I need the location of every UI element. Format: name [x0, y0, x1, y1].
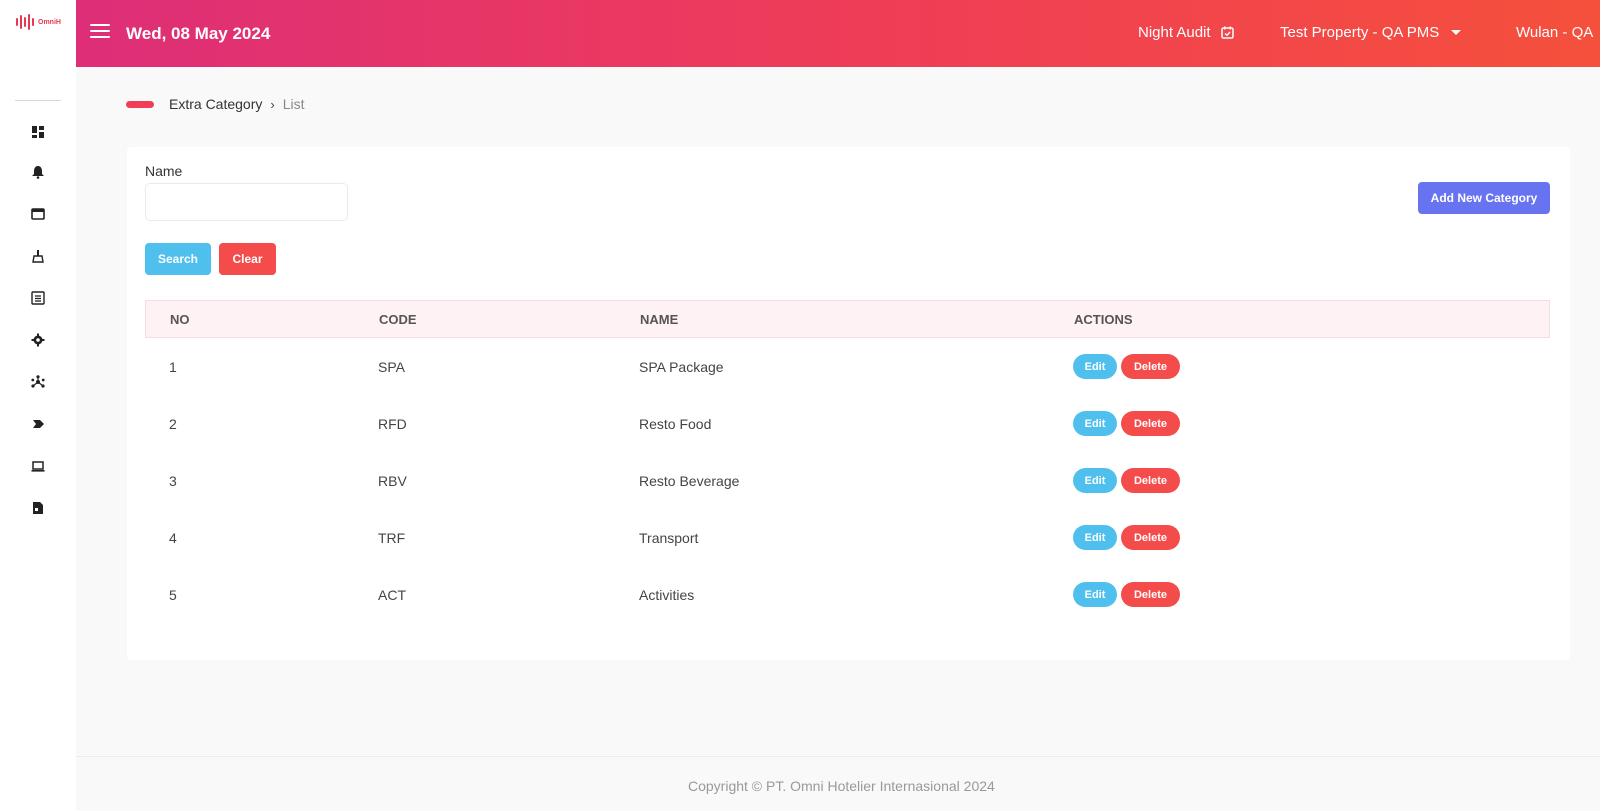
cell-name: Activities — [639, 587, 695, 603]
cell-code: RFD — [378, 416, 407, 432]
cell-name: SPA Package — [639, 359, 724, 375]
breadcrumb-marker — [126, 100, 154, 108]
edit-button[interactable]: Edit — [1073, 468, 1117, 493]
logo-mark — [16, 14, 34, 30]
bell-icon[interactable] — [30, 164, 46, 180]
add-new-category-button[interactable]: Add New Category — [1418, 182, 1550, 214]
column-header-code: CODE — [379, 312, 417, 327]
name-field-label: Name — [145, 163, 183, 179]
laptop-icon[interactable] — [30, 458, 46, 474]
name-search-input[interactable] — [145, 183, 348, 221]
table-row: 2 RFD Resto Food Edit Delete — [145, 395, 1550, 452]
search-button[interactable]: Search — [145, 243, 211, 275]
list-icon[interactable] — [30, 290, 46, 306]
hamburger-menu-icon[interactable] — [90, 24, 110, 40]
calendar-check-icon — [1220, 26, 1234, 39]
property-name: Test Property - QA PMS — [1280, 24, 1440, 41]
tag-icon[interactable] — [30, 416, 46, 432]
delete-button[interactable]: Delete — [1121, 468, 1180, 493]
current-date: Wed, 08 May 2024 — [126, 24, 271, 43]
broom-icon[interactable] — [30, 248, 46, 264]
breadcrumb-current: List — [282, 96, 305, 112]
cell-code: RBV — [378, 473, 407, 489]
copyright-text: Copyright © PT. Omni Hotelier Internasio… — [688, 778, 995, 794]
column-header-name: NAME — [640, 312, 679, 327]
edit-button[interactable]: Edit — [1073, 354, 1117, 379]
row-actions: Edit Delete — [1073, 468, 1180, 493]
row-actions: Edit Delete — [1073, 525, 1180, 550]
cell-name: Resto Food — [639, 416, 712, 432]
edit-button[interactable]: Edit — [1073, 411, 1117, 436]
delete-button[interactable]: Delete — [1121, 411, 1180, 436]
row-actions: Edit Delete — [1073, 354, 1180, 379]
night-audit-button[interactable]: Night Audit — [1138, 24, 1234, 41]
table-row: 5 ACT Activities Edit Delete — [145, 566, 1550, 623]
cell-no: 3 — [169, 473, 177, 489]
footer: Copyright © PT. Omni Hotelier Internasio… — [76, 756, 1600, 811]
delete-button[interactable]: Delete — [1121, 525, 1180, 550]
edit-button[interactable]: Edit — [1073, 525, 1117, 550]
cell-name: Resto Beverage — [639, 473, 740, 489]
cell-no: 2 — [169, 416, 177, 432]
cell-no: 4 — [169, 530, 177, 546]
logo-text: OmniH — [38, 18, 61, 26]
table-row: 3 RBV Resto Beverage Edit Delete — [145, 452, 1550, 509]
network-icon[interactable] — [30, 374, 46, 390]
category-table: NO CODE NAME ACTIONS 1 SPA SPA Package E… — [145, 300, 1550, 623]
edit-button[interactable]: Edit — [1073, 582, 1117, 607]
night-audit-label: Night Audit — [1138, 24, 1211, 41]
property-selector[interactable]: Test Property - QA PMS — [1280, 24, 1462, 41]
table-row: 4 TRF Transport Edit Delete — [145, 509, 1550, 566]
window-icon[interactable] — [30, 206, 46, 222]
app-logo[interactable]: OmniH — [16, 14, 61, 30]
column-header-actions: ACTIONS — [1074, 312, 1133, 327]
row-actions: Edit Delete — [1073, 411, 1180, 436]
delete-button[interactable]: Delete — [1121, 354, 1180, 379]
category-card: Name Search Clear Add New Category NO CO… — [127, 147, 1570, 660]
table-header: NO CODE NAME ACTIONS — [145, 300, 1550, 338]
document-icon[interactable] — [30, 500, 46, 516]
top-header: Wed, 08 May 2024 Night Audit Test Proper… — [76, 0, 1600, 67]
row-actions: Edit Delete — [1073, 582, 1180, 607]
delete-button[interactable]: Delete — [1121, 582, 1180, 607]
chevron-right-icon: › — [270, 96, 275, 112]
cell-code: SPA — [378, 359, 405, 375]
clear-button[interactable]: Clear — [219, 243, 276, 275]
cell-code: ACT — [378, 587, 406, 603]
dashboard-icon[interactable] — [30, 124, 46, 140]
gear-icon[interactable] — [30, 332, 46, 348]
breadcrumb: Extra Category › List — [126, 96, 305, 112]
cell-name: Transport — [639, 530, 699, 546]
column-header-no: NO — [170, 312, 190, 327]
chevron-down-icon — [1451, 30, 1462, 35]
cell-no: 5 — [169, 587, 177, 603]
sidebar-divider — [15, 100, 61, 101]
user-menu[interactable]: Wulan - QA — [1516, 24, 1593, 41]
cell-no: 1 — [169, 359, 177, 375]
table-row: 1 SPA SPA Package Edit Delete — [145, 338, 1550, 395]
cell-code: TRF — [378, 530, 406, 546]
breadcrumb-parent[interactable]: Extra Category — [169, 96, 262, 112]
sidebar: OmniH — [0, 0, 76, 811]
